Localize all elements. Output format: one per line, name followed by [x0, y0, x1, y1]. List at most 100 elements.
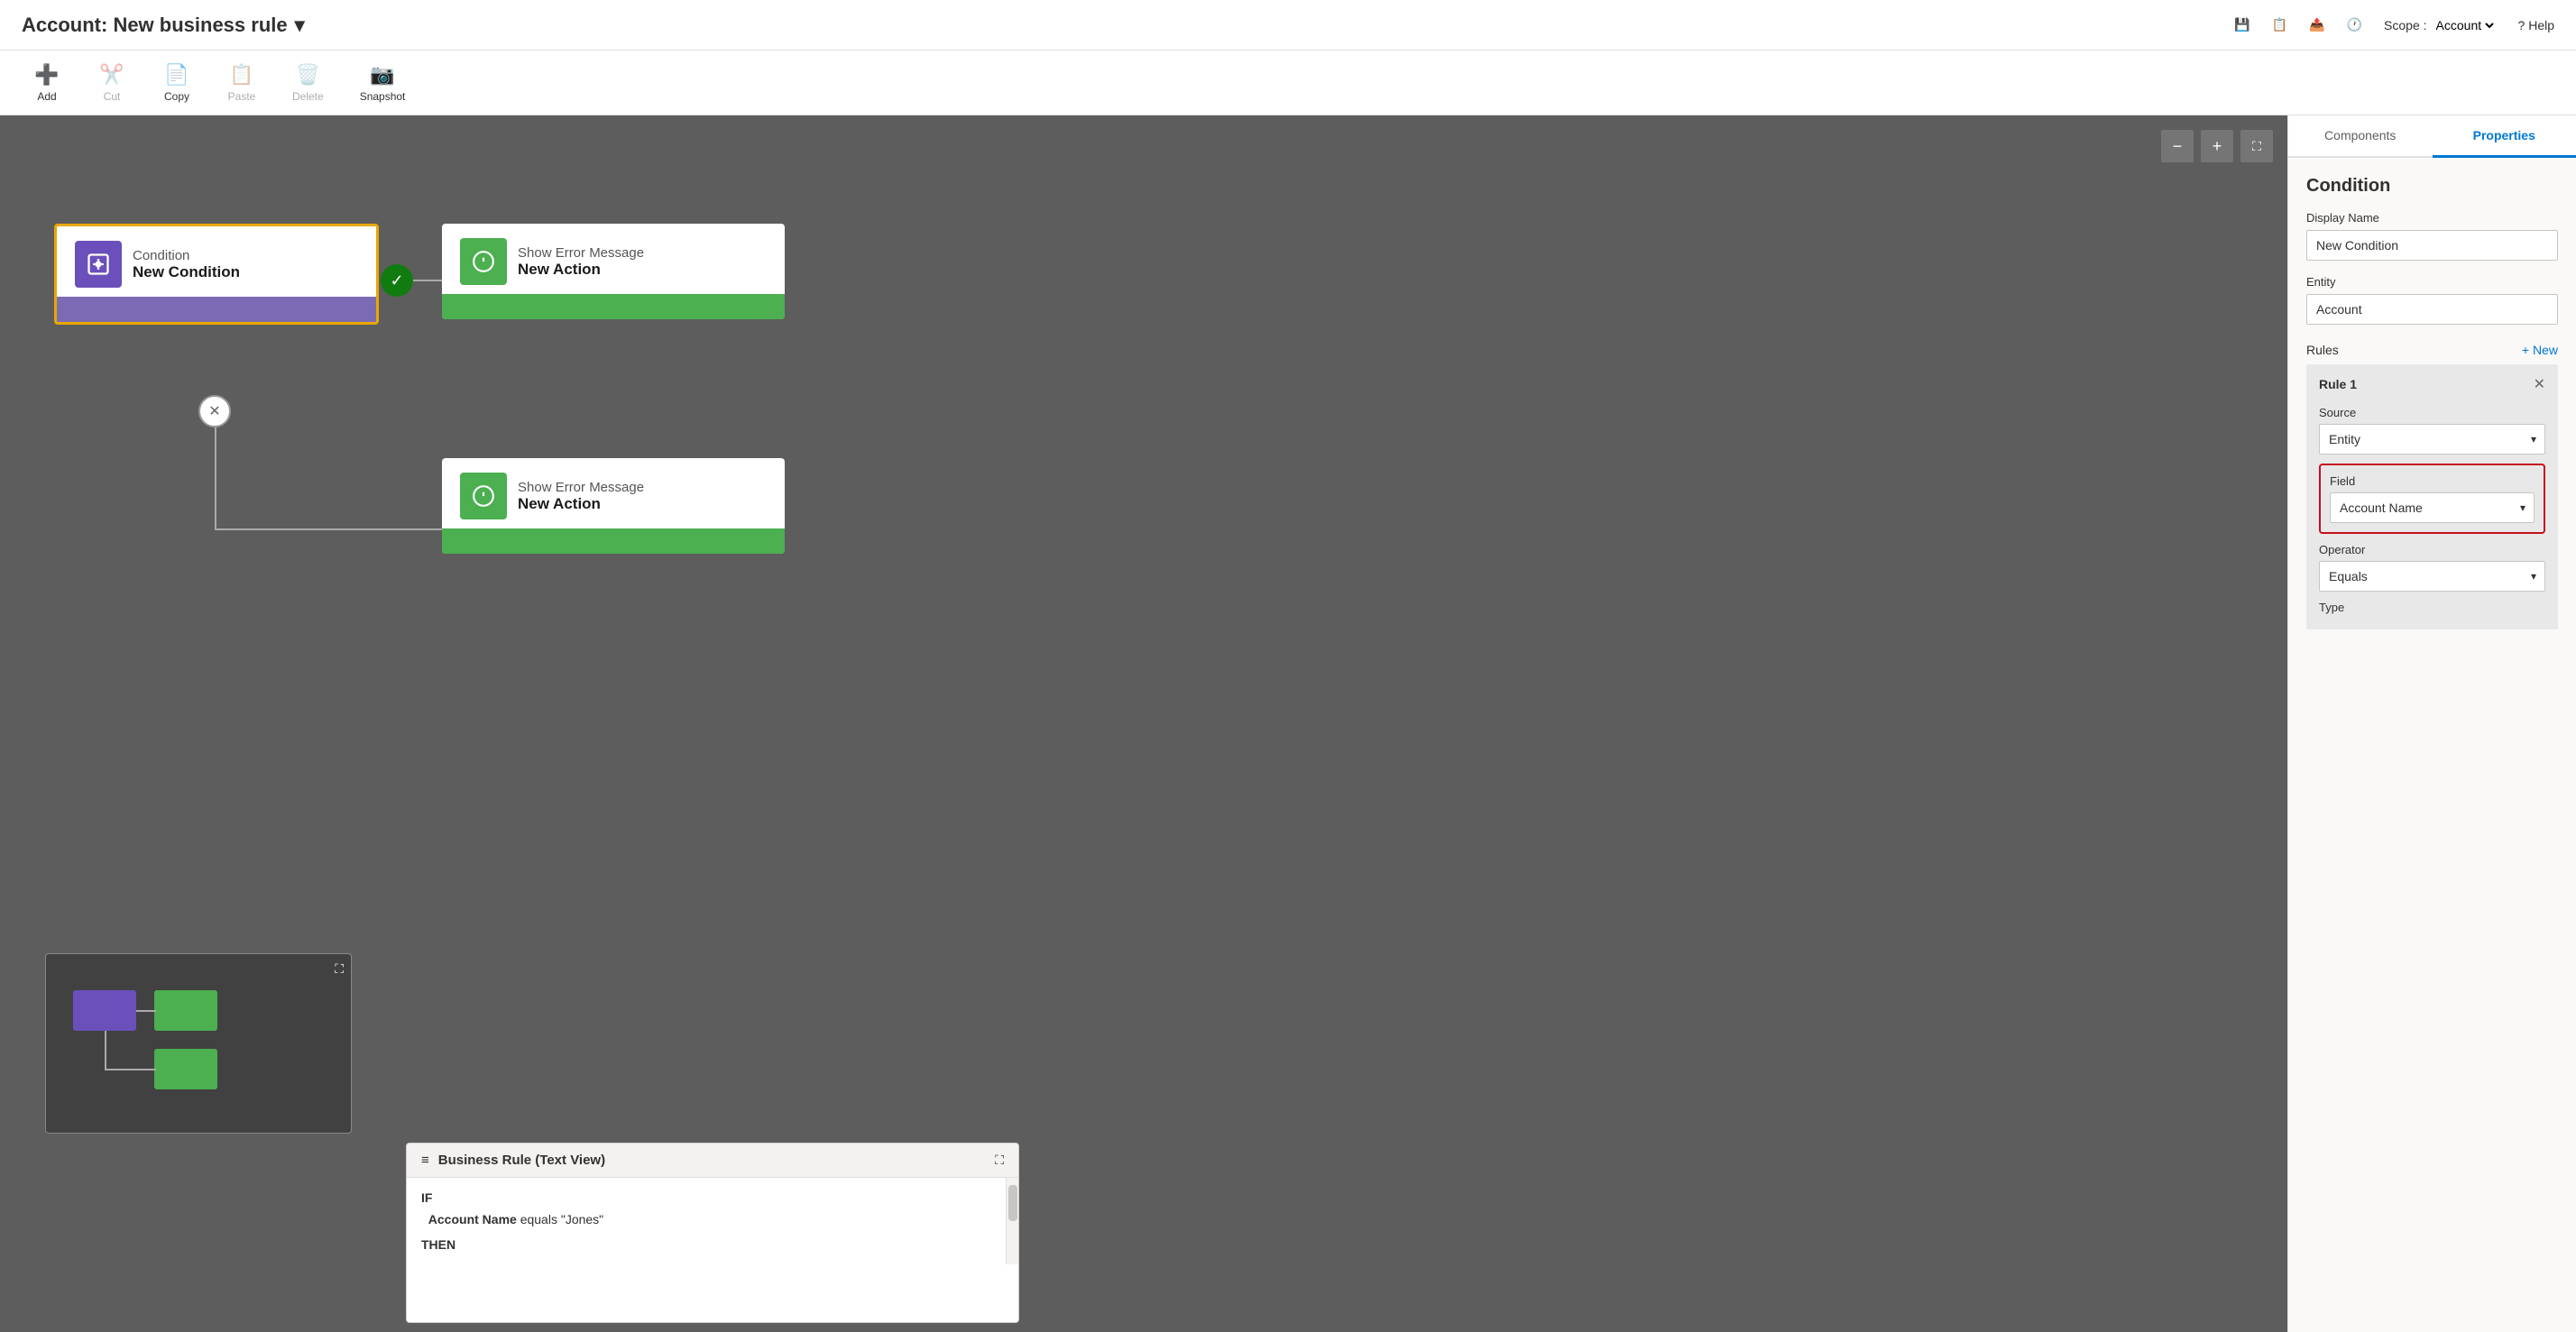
- biz-rule-expand-icon[interactable]: ⛶: [995, 1153, 1004, 1168]
- operator-select[interactable]: Equals Does Not Equal Contains Begins Wi…: [2319, 561, 2545, 592]
- delete-icon: 🗑️: [296, 63, 320, 87]
- copy-icon: 📄: [164, 63, 189, 87]
- condition-node-icon: [75, 241, 122, 288]
- scope-select[interactable]: Account: [2433, 17, 2497, 33]
- condition-node-text: Condition New Condition: [133, 248, 240, 281]
- action-node-1-text: Show Error Message New Action: [518, 245, 644, 279]
- biz-rule-if-label: IF: [421, 1190, 1004, 1205]
- checklist-toolbar-icon[interactable]: 📋: [2272, 17, 2287, 32]
- mini-action-node-2: [154, 1049, 217, 1089]
- title-bar: Account: New business rule ▾ 💾 📋 📤 🕐 Sco…: [0, 0, 2576, 51]
- action-node-1-label: Show Error Message: [518, 245, 644, 261]
- canvas-area[interactable]: − + ⛶ Condition New Condition ✓: [0, 115, 2287, 1332]
- source-label: Source: [2319, 406, 2545, 419]
- properties-tab[interactable]: Properties: [2433, 115, 2576, 158]
- action-node-2-title: New Action: [518, 495, 644, 513]
- copy-label: Copy: [164, 90, 189, 103]
- biz-rule-then-label: THEN: [421, 1237, 1004, 1252]
- operator-label: Operator: [2319, 543, 2545, 556]
- action-node-1-footer: [442, 294, 785, 319]
- biz-rule-title-area: ≡ Business Rule (Text View): [421, 1153, 605, 1168]
- title-chevron[interactable]: ▾: [295, 14, 305, 37]
- mini-line-h: [136, 1010, 156, 1012]
- biz-rule-scroll-thumb: [1008, 1185, 1017, 1221]
- help-button[interactable]: ? Help: [2518, 18, 2554, 32]
- copy-button[interactable]: 📄 Copy: [144, 56, 209, 110]
- action-node-2[interactable]: Show Error Message New Action: [442, 458, 785, 554]
- connector-line-v: [215, 427, 216, 528]
- panel-content: Condition Display Name Entity Rules + Ne…: [2288, 158, 2576, 1332]
- title-bar-left: Account: New business rule ▾: [22, 14, 305, 37]
- source-select[interactable]: Entity Value Formula: [2319, 424, 2545, 455]
- paste-label: Paste: [228, 90, 256, 103]
- canvas-controls: − + ⛶: [2161, 130, 2273, 162]
- add-label: Add: [37, 90, 56, 103]
- right-panel: Components Properties Condition Display …: [2287, 115, 2576, 1332]
- action-node-2-header: Show Error Message New Action: [442, 458, 785, 528]
- history-toolbar-icon[interactable]: 🕐: [2347, 17, 2362, 32]
- biz-rule-icon: ≡: [421, 1153, 429, 1168]
- rules-header: Rules + New: [2306, 343, 2558, 357]
- minimap-expand-button[interactable]: ⛶: [335, 961, 344, 977]
- action-node-1-header: Show Error Message New Action: [442, 224, 785, 294]
- publish-toolbar-icon[interactable]: 📤: [2309, 17, 2324, 32]
- add-button[interactable]: ➕ Add: [14, 56, 79, 110]
- field-select-wrapper: Account Name Account Number City Country: [2330, 492, 2535, 523]
- action-node-1-title: New Action: [518, 261, 644, 279]
- snapshot-icon: 📷: [370, 63, 394, 87]
- rule-1-close-button[interactable]: ✕: [2534, 375, 2545, 393]
- field-select[interactable]: Account Name Account Number City Country: [2330, 492, 2535, 523]
- action-node-1[interactable]: Show Error Message New Action: [442, 224, 785, 319]
- condition-node[interactable]: Condition New Condition: [54, 224, 379, 325]
- main-layout: − + ⛶ Condition New Condition ✓: [0, 115, 2576, 1332]
- panel-section-title: Condition: [2306, 176, 2558, 197]
- mini-line-h2: [105, 1069, 156, 1070]
- delete-label: Delete: [292, 90, 324, 103]
- display-name-label: Display Name: [2306, 211, 2558, 225]
- snapshot-button[interactable]: 📷 Snapshot: [342, 56, 424, 110]
- zoom-in-button[interactable]: +: [2201, 130, 2233, 162]
- action-node-2-text: Show Error Message New Action: [518, 480, 644, 513]
- x-connector: ✕: [198, 395, 231, 427]
- condition-node-footer: [57, 297, 376, 322]
- mini-condition-node: [73, 990, 136, 1031]
- connector-line-h: [413, 280, 444, 281]
- field-label: Field: [2330, 474, 2535, 488]
- cut-label: Cut: [104, 90, 121, 103]
- condition-node-header: Condition New Condition: [57, 226, 376, 297]
- snapshot-label: Snapshot: [360, 90, 406, 103]
- operator-section: Operator Equals Does Not Equal Contains …: [2319, 543, 2545, 592]
- action-node-1-icon: [460, 238, 507, 285]
- add-icon: ➕: [34, 63, 59, 87]
- components-tab[interactable]: Components: [2288, 115, 2433, 158]
- entity-label: Entity: [2306, 275, 2558, 289]
- rule-1-title: Rule 1: [2319, 377, 2357, 391]
- rules-new-button[interactable]: + New: [2522, 343, 2558, 357]
- delete-button[interactable]: 🗑️ Delete: [274, 56, 342, 110]
- source-select-wrapper: Entity Value Formula: [2319, 424, 2545, 455]
- panel-tabs: Components Properties: [2288, 115, 2576, 158]
- mini-action-node-1: [154, 990, 217, 1031]
- fit-button[interactable]: ⛶: [2240, 130, 2273, 162]
- toolbar: ➕ Add ✂️ Cut 📄 Copy 📋 Paste 🗑️ Delete 📷 …: [0, 51, 2576, 115]
- biz-rule-title: Business Rule (Text View): [438, 1153, 605, 1168]
- biz-rule-scrollbar[interactable]: [1006, 1178, 1018, 1264]
- type-section: Type: [2319, 601, 2545, 614]
- display-name-input[interactable]: [2306, 230, 2558, 261]
- check-connector: ✓: [381, 264, 413, 297]
- cut-button[interactable]: ✂️ Cut: [79, 56, 144, 110]
- rule-1-header: Rule 1 ✕: [2319, 375, 2545, 393]
- rules-label: Rules: [2306, 343, 2339, 357]
- connector-line-h2: [215, 528, 444, 530]
- operator-select-wrapper: Equals Does Not Equal Contains Begins Wi…: [2319, 561, 2545, 592]
- type-label: Type: [2319, 601, 2545, 614]
- action-node-2-icon: [460, 473, 507, 519]
- action-node-2-label: Show Error Message: [518, 480, 644, 495]
- biz-rule-body: IF Account Name equals "Jones" THEN: [407, 1178, 1018, 1264]
- paste-button[interactable]: 📋 Paste: [209, 56, 274, 110]
- save-toolbar-icon[interactable]: 💾: [2234, 17, 2249, 32]
- zoom-out-button[interactable]: −: [2161, 130, 2194, 162]
- biz-rule-panel: ≡ Business Rule (Text View) ⛶ IF Account…: [406, 1143, 1019, 1323]
- entity-input[interactable]: [2306, 294, 2558, 325]
- scope-label: Scope :: [2384, 18, 2426, 32]
